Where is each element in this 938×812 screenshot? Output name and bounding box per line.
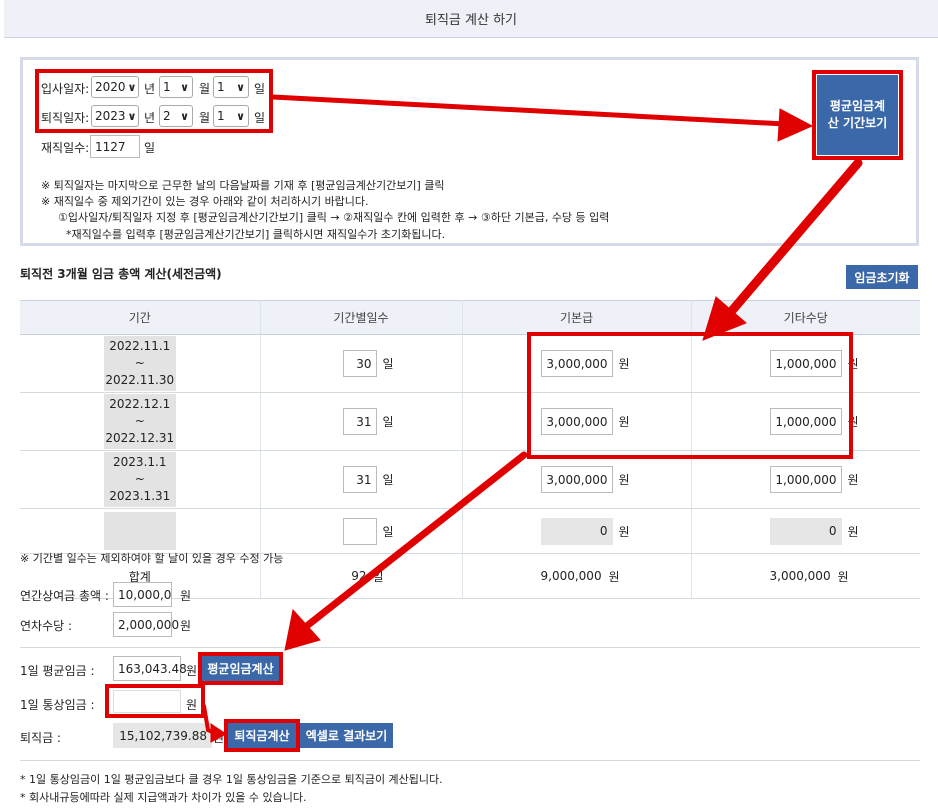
period-range: 2023.1.1 ~ 2023.1.31	[103, 452, 176, 507]
days-note: ※ 기간별 일수는 제외하여야 할 날이 있을 경우 수정 가능	[20, 552, 284, 565]
base-pay-input[interactable]: 0	[540, 517, 613, 545]
section-title: 퇴직전 3개월 임금 총액 계산(세전금액)	[20, 267, 222, 281]
footer-note: * 회사내규등에따라 실제 지급액과가 차이가 있을 수 있습니다.	[20, 791, 307, 804]
annual-leave-input[interactable]: 2,000,000	[113, 612, 179, 637]
tenure-unit: 일	[144, 141, 156, 155]
won-unit: 원	[847, 524, 859, 539]
won-unit: 원	[186, 698, 198, 712]
note-line: ①입사일자/퇴직일자 지정 후 [평균임금계산기간보기] 클릭 → ②재직일수 …	[58, 211, 610, 224]
days-input[interactable]	[342, 517, 377, 545]
divider	[20, 760, 920, 761]
view-period-button[interactable]: 평균임금계산 기간보기	[817, 75, 898, 155]
arrow-head	[284, 608, 321, 651]
days-input[interactable]: 31	[342, 466, 377, 493]
days-input[interactable]: 31	[342, 408, 377, 435]
won-unit: 원	[618, 473, 630, 487]
bonus-label: 연간상여금 총액 :	[20, 589, 109, 603]
excel-export-button[interactable]: 엑셀로 결과보기	[300, 723, 393, 748]
col-header: 기간	[20, 300, 261, 335]
avg-wage-input[interactable]: 163,043.48	[113, 656, 187, 681]
won-unit: 원	[608, 569, 620, 584]
page-header: 퇴직금 계산 하기	[4, 0, 938, 38]
page-title: 퇴직금 계산 하기	[425, 13, 517, 28]
tenure-label: 재직일수:	[41, 141, 90, 155]
ordinary-wage-input[interactable]	[113, 690, 181, 713]
note-line: *재직일수를 입력후 [평균임금계산기간보기] 클릭하시면 재직일수가 초기화됩…	[66, 228, 446, 241]
day-unit: 일	[382, 524, 394, 539]
won-unit: 원	[618, 524, 630, 539]
day-unit: 일	[382, 415, 394, 429]
won-unit: 원	[180, 589, 192, 603]
day-unit: 일	[372, 569, 384, 584]
total-allowance: 3,000,000	[769, 569, 831, 583]
bonus-input[interactable]: 10,000,000	[113, 582, 172, 607]
total-days: 92	[351, 569, 367, 583]
note-line: ※ 재직일수 중 제외기간이 있는 경우 아래와 같이 처리하시기 바랍니다.	[41, 195, 369, 208]
date-highlight-box	[35, 69, 273, 133]
note-line: ※ 퇴직일자는 마지막으로 근무한 날의 다음날짜를 기재 후 [평균임금계산기…	[41, 179, 445, 192]
base-pay-input[interactable]: 3,000,000	[540, 466, 613, 493]
severance-label: 퇴직금 :	[20, 731, 61, 745]
avg-wage-label: 1일 평균임금 :	[20, 664, 95, 678]
day-unit: 일	[382, 357, 394, 371]
severance-calc-button[interactable]: 퇴직금계산	[228, 723, 296, 748]
period-range: 2022.12.1 ~ 2022.12.31	[103, 394, 176, 449]
day-unit: 일	[382, 473, 394, 487]
annual-leave-label: 연차수당 :	[20, 619, 73, 633]
table-row: 2023.1.1 ~ 2023.1.31 31 일 3,000,000 원 1,000…	[20, 450, 920, 509]
footer-note: * 1일 통상임금이 1일 평균임금보다 클 경우 1일 통상임금을 기준으로 …	[20, 773, 443, 786]
severance-output: 15,102,739.88	[113, 723, 212, 748]
allowance-input[interactable]: 0	[769, 517, 842, 545]
col-header: 기간별일수	[260, 300, 463, 335]
table-row: 일 0원 0원	[20, 508, 920, 554]
tenure-input[interactable]: 1127	[90, 135, 140, 158]
won-unit: 원	[180, 619, 192, 633]
total-base-pay: 9,000,000	[540, 569, 602, 583]
pay-highlight-box	[527, 332, 853, 459]
divider	[20, 647, 920, 648]
won-unit: 원	[837, 569, 849, 584]
won-unit: 원	[213, 731, 225, 745]
won-unit: 원	[186, 664, 198, 678]
days-input[interactable]: 30	[342, 350, 377, 377]
col-header: 기본급	[462, 300, 692, 335]
avg-wage-calc-button[interactable]: 평균임금계산	[202, 656, 279, 681]
period-range	[103, 512, 176, 550]
allowance-input[interactable]: 1,000,000	[769, 466, 842, 493]
ordinary-wage-label: 1일 통상임금 :	[20, 698, 95, 712]
col-header: 기타수당	[691, 300, 920, 335]
period-range: 2022.11.1 ~ 2022.11.30	[103, 336, 176, 391]
won-unit: 원	[847, 473, 859, 487]
reset-wage-button[interactable]: 임금초기화	[846, 265, 918, 289]
